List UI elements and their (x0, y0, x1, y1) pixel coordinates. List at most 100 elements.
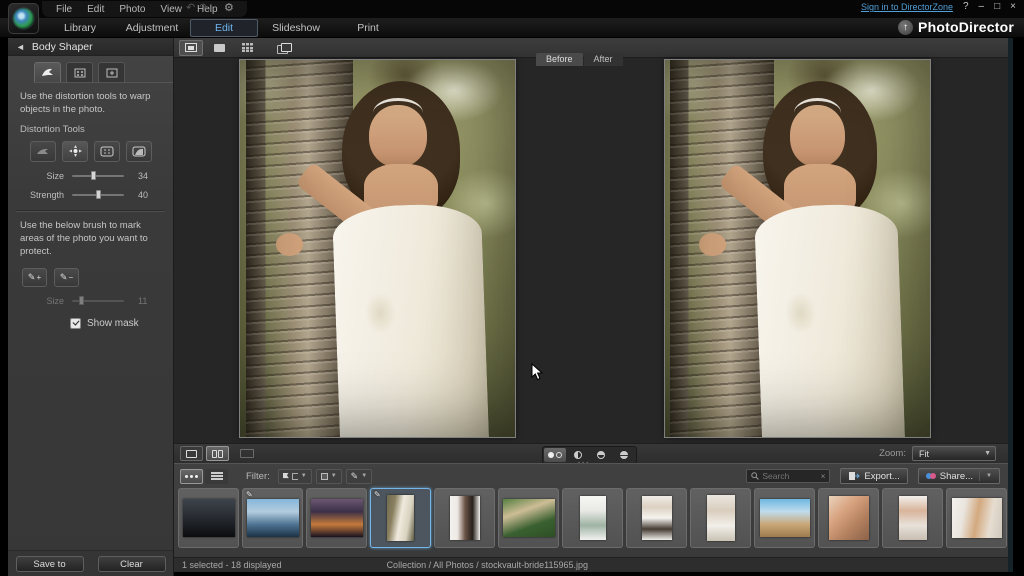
warp-brush-tool-button[interactable] (30, 141, 56, 162)
edited-filter-button[interactable]: ✎▼ (346, 469, 373, 484)
size-slider-row: Size 34 (8, 171, 173, 181)
tab-warp-tool[interactable] (34, 62, 61, 82)
tab-edit[interactable]: Edit (190, 19, 258, 37)
color-label-filter-button[interactable]: ▼ (316, 469, 342, 484)
thumbnail-bride-portrait[interactable]: ✎ (370, 488, 431, 548)
tab-adjustment[interactable]: Adjustment (116, 22, 188, 34)
undo-redo-icons[interactable]: ↶↷ (186, 1, 212, 14)
photodirector-window: FileEditPhotoViewHelp ↶↷ ⚙ Sign in to Di… (0, 0, 1024, 576)
protect-brush-remove-button[interactable]: ✎− (54, 268, 79, 287)
tab-slideshow[interactable]: Slideshow (260, 22, 332, 34)
thumbnail-smiling-woman[interactable] (882, 488, 943, 548)
tab-print[interactable]: Print (332, 22, 404, 34)
minimize-button[interactable]: – (979, 2, 985, 12)
brand-upload-icon: ↑ (898, 20, 913, 35)
maximize-button[interactable]: □ (994, 2, 1000, 12)
thumbnail-image[interactable] (760, 499, 810, 537)
thumbnail-image[interactable] (311, 499, 363, 537)
mode-tabbar: LibraryAdjustmentEditSlideshowPrint (0, 18, 1024, 38)
viewer-workarea: Before After (174, 38, 1008, 463)
search-box[interactable]: × (746, 469, 830, 483)
compare-split-left-right-button[interactable] (567, 448, 589, 462)
protect-brush-add-button[interactable]: ✎+ (22, 268, 47, 287)
split-view-button[interactable] (206, 446, 229, 461)
thumbnail-woman-black-dress[interactable] (434, 488, 495, 548)
signin-directorzone-link[interactable]: Sign in to DirectorZone (861, 2, 953, 12)
strength-slider[interactable] (72, 194, 124, 196)
photo-before[interactable] (240, 60, 515, 437)
edited-badge-icon: ✎ (374, 490, 381, 499)
outline-dot-icon (556, 452, 562, 458)
warp-tool-icon (41, 67, 55, 78)
size-slider-thumb[interactable] (91, 171, 96, 180)
back-arrow-icon[interactable]: ◄ (16, 42, 25, 52)
help-button[interactable]: ? (963, 2, 969, 12)
export-button[interactable]: Export... (840, 468, 907, 484)
thumbnail-image[interactable] (707, 495, 735, 541)
thumbnail-woman-standing[interactable] (690, 488, 751, 548)
show-mask-checkbox[interactable] (70, 318, 81, 329)
photo-after[interactable] (665, 60, 930, 437)
thumbnail-storm-sunset[interactable] (306, 488, 367, 548)
thumbnail-image[interactable] (952, 498, 1002, 538)
thumbnail-image[interactable] (247, 499, 299, 537)
share-button[interactable]: Share... ▼ (918, 468, 1000, 484)
brand: ↑ PhotoDirector (898, 19, 1014, 35)
thumbnail-image[interactable] (503, 499, 555, 537)
after-tab[interactable]: After (584, 53, 623, 66)
thumbnail-image[interactable] (580, 496, 606, 540)
menu-edit[interactable]: Edit (87, 4, 104, 15)
list-view-button[interactable] (205, 469, 228, 484)
menu-photo[interactable]: Photo (119, 4, 145, 15)
thumbnail-image[interactable] (899, 496, 927, 540)
compare-split-top-bottom-button[interactable] (590, 448, 612, 462)
thumbnail-dark-landscape[interactable] (178, 488, 239, 548)
tab-library[interactable]: Library (44, 22, 116, 34)
menu-file[interactable]: File (56, 4, 72, 15)
view-layout-buttons (180, 446, 229, 461)
strength-slider-row: Strength 40 (8, 190, 173, 200)
plus-icon: + (36, 273, 41, 282)
photo-only-button[interactable] (207, 40, 231, 56)
thumbnail-woman-relaxing[interactable] (946, 488, 1007, 548)
clear-button[interactable]: Clear (98, 556, 166, 572)
thumbnail-mountain-lake[interactable]: ✎ (242, 488, 303, 548)
compare-overlay-button[interactable] (613, 448, 635, 462)
thumbnail-woman-white-top[interactable] (626, 488, 687, 548)
compare-mode-button[interactable] (271, 40, 295, 56)
lens-icon (13, 8, 34, 29)
thumbnail-image[interactable] (642, 496, 672, 540)
single-view-button[interactable] (180, 446, 203, 461)
strength-slider-thumb[interactable] (96, 190, 101, 199)
save-to-button[interactable]: Save to (16, 556, 84, 572)
menu-view[interactable]: View (161, 4, 183, 15)
thumbnail-image[interactable] (450, 496, 480, 540)
before-tab[interactable]: Before (536, 53, 583, 66)
viewer-bottom-bar: ••• Zoom: Fit ▼ (174, 443, 1008, 463)
close-button[interactable]: × (1010, 2, 1016, 12)
grid-view-button[interactable] (235, 40, 259, 56)
size-slider[interactable] (72, 175, 124, 177)
viewer-mode-button[interactable] (179, 40, 203, 56)
thumbnail-view-button[interactable] (180, 469, 203, 484)
clear-search-icon[interactable]: × (821, 472, 826, 481)
chevron-down-icon: ▼ (331, 473, 337, 479)
thumbnail-face-closeup[interactable] (818, 488, 879, 548)
flag-filter-button[interactable]: ▼ (278, 469, 312, 484)
thumbnail-image[interactable] (829, 496, 869, 540)
tab-mesh-tool[interactable] (66, 62, 93, 82)
thumbnail-product-bottle[interactable] (562, 488, 623, 548)
compare-side-by-side-button[interactable] (544, 448, 566, 462)
tab-region-tool[interactable] (98, 62, 125, 82)
settings-gear-icon[interactable]: ⚙ (224, 1, 234, 14)
protect-tool-button[interactable] (126, 141, 152, 162)
list-view-icon (211, 472, 223, 480)
thumbnail-image[interactable] (183, 499, 235, 537)
pinch-bloat-tool-button[interactable] (62, 141, 88, 162)
mesh-warp-tool-button[interactable] (94, 141, 120, 162)
thumbnail-image[interactable] (387, 495, 414, 541)
thumbnail-beach-scene[interactable] (754, 488, 815, 548)
zoom-level-dropdown[interactable]: Fit ▼ (912, 446, 996, 461)
thumbnail-cat-in-grass[interactable] (498, 488, 559, 548)
search-input[interactable] (762, 471, 817, 481)
